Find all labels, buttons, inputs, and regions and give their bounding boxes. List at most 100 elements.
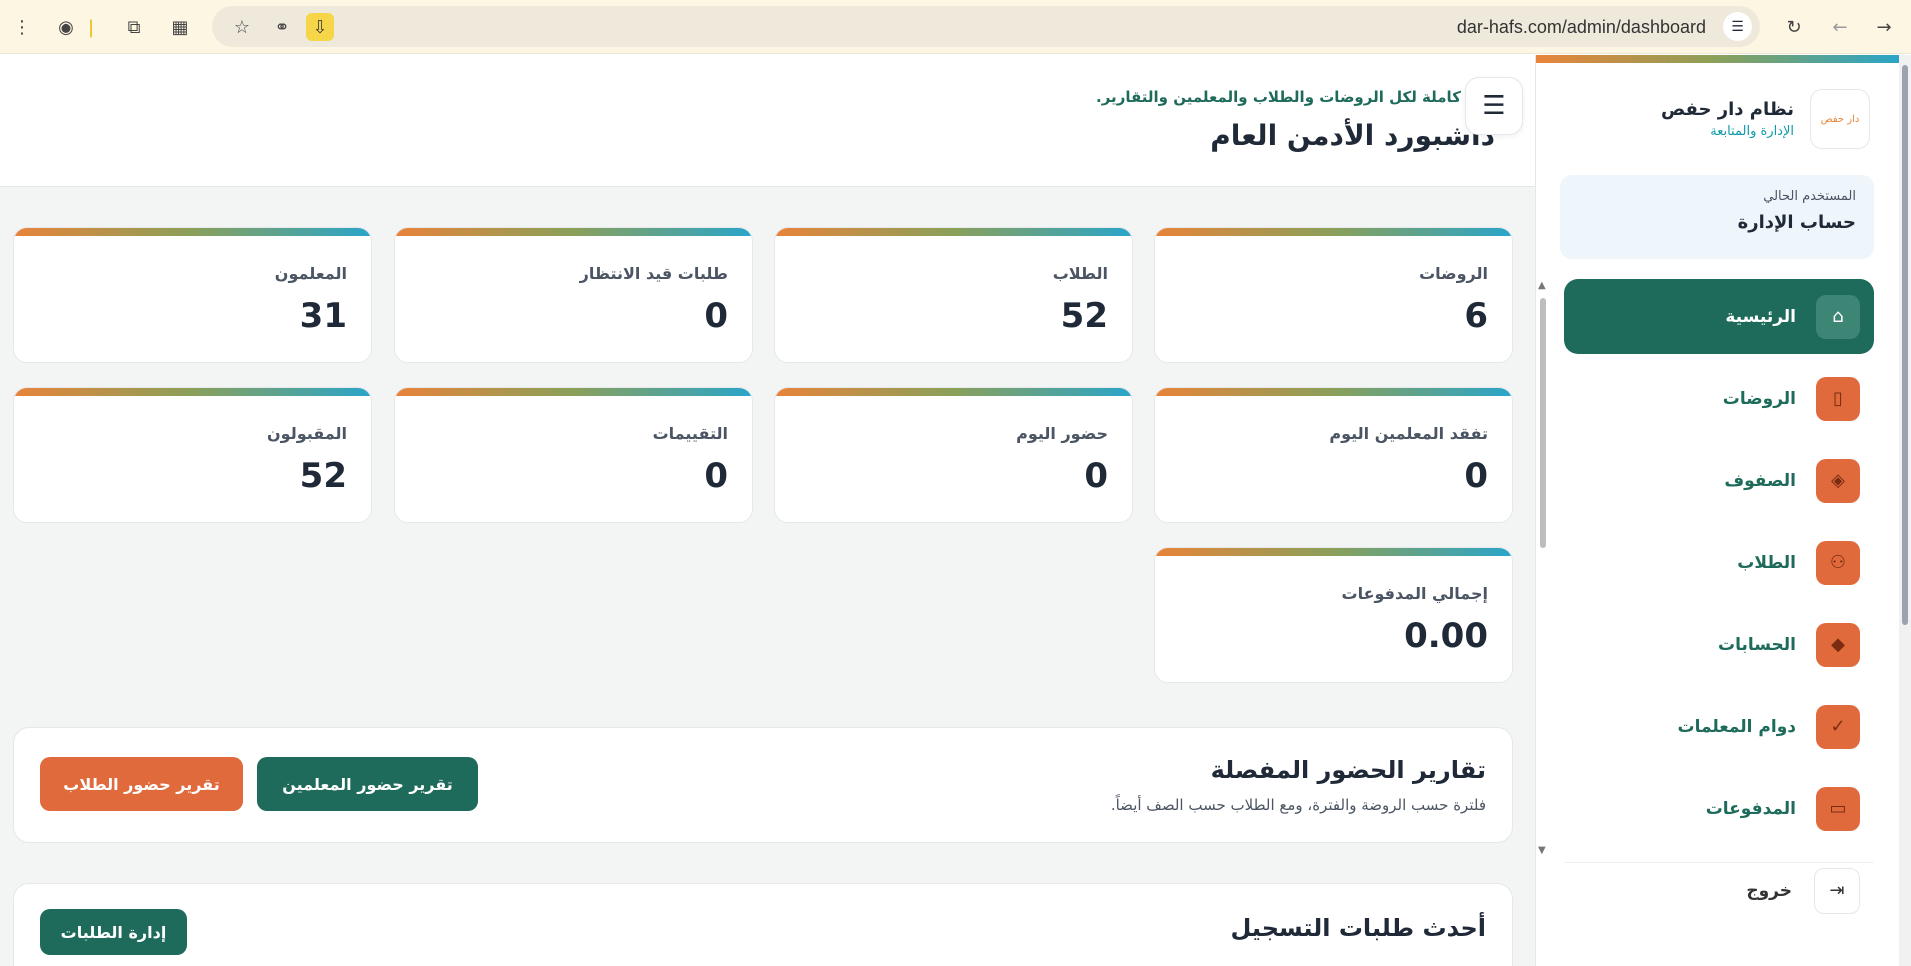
stat-label: المعلمون bbox=[274, 264, 347, 283]
page-subtitle: ة كاملة لكل الروضات والطلاب والمعلمين وا… bbox=[1096, 88, 1475, 106]
site-settings-icon[interactable]: ☰ bbox=[1723, 12, 1752, 41]
card-accent-bar bbox=[1155, 548, 1512, 556]
stat-card-teacher-checkin-today: تفقد المعلمين اليوم 0 bbox=[1154, 387, 1513, 523]
hamburger-menu-button[interactable]: ☰ bbox=[1465, 77, 1523, 135]
stat-card-accepted: المقبولون 52 bbox=[13, 387, 372, 523]
stat-value: 0 bbox=[704, 296, 728, 336]
brand: دار حفص نظام دار حفص الإدارة والمتابعة bbox=[1661, 89, 1870, 149]
home-icon: ⌂ bbox=[1816, 294, 1860, 339]
stat-card-attendance-today: حضور اليوم 0 bbox=[774, 387, 1133, 523]
building-icon: ▯ bbox=[1816, 376, 1860, 421]
stat-card-teachers: المعلمون 31 bbox=[13, 227, 372, 363]
stat-value: 0 bbox=[1084, 456, 1108, 496]
link-icon[interactable]: ⚭ bbox=[268, 13, 296, 41]
logo: دار حفص bbox=[1810, 89, 1870, 149]
card-accent-bar bbox=[395, 388, 752, 396]
credit-card-icon: ▭ bbox=[1816, 786, 1860, 831]
graduation-cap-icon: ◆ bbox=[1816, 622, 1860, 667]
card-accent-bar bbox=[14, 388, 371, 396]
check-circle-icon: ✓ bbox=[1816, 704, 1860, 749]
sidebar-item-kindergartens[interactable]: ▯ الروضات bbox=[1564, 361, 1874, 436]
sidebar: دار حفص نظام دار حفص الإدارة والمتابعة ا… bbox=[1535, 55, 1900, 966]
back-icon[interactable]: ← bbox=[1826, 13, 1854, 41]
qr-icon[interactable]: ▦ bbox=[166, 13, 194, 41]
stat-card-total-payments: إجمالي المدفوعات 0.00 bbox=[1154, 547, 1513, 683]
address-bar[interactable]: ☆ ⚭ ⇩ dar-hafs.com/admin/dashboard ☰ bbox=[212, 6, 1760, 47]
reports-title: تقارير الحضور المفصلة bbox=[1210, 756, 1486, 784]
sidebar-item-label: الطلاب bbox=[1737, 552, 1796, 573]
page-scrollbar[interactable] bbox=[1899, 55, 1911, 966]
card-accent-bar bbox=[395, 228, 752, 236]
page-scrollbar-thumb[interactable] bbox=[1902, 65, 1908, 625]
latest-registration-requests-panel: أحدث طلبات التسجيل إدارة الطلبات bbox=[13, 883, 1513, 966]
card-accent-bar bbox=[775, 388, 1132, 396]
layers-icon: ◈ bbox=[1816, 458, 1860, 503]
stat-value: 31 bbox=[299, 296, 347, 336]
sidebar-item-home[interactable]: ⌂ الرئيسية bbox=[1564, 279, 1874, 354]
sidebar-nav-scrollbar[interactable]: ▲ ▼ bbox=[1538, 280, 1548, 860]
page-header: ة كاملة لكل الروضات والطلاب والمعلمين وا… bbox=[0, 55, 1535, 187]
sidebar-item-students[interactable]: ⚇ الطلاب bbox=[1564, 525, 1874, 600]
sidebar-item-label: الروضات bbox=[1722, 388, 1796, 409]
manage-requests-button[interactable]: إدارة الطلبات bbox=[40, 909, 187, 955]
stat-value: 0.00 bbox=[1404, 616, 1488, 656]
stat-card-pending-requests: طلبات قيد الانتظار 0 bbox=[394, 227, 753, 363]
brand-name: نظام دار حفص bbox=[1660, 99, 1794, 120]
current-user-label: المستخدم الحالي bbox=[1763, 189, 1856, 204]
logout-button[interactable]: ⇥ خروج bbox=[1564, 862, 1874, 914]
sidebar-item-classes[interactable]: ◈ الصفوف bbox=[1564, 443, 1874, 518]
current-user-box: المستخدم الحالي حساب الإدارة bbox=[1560, 175, 1874, 259]
scroll-up-icon[interactable]: ▲ bbox=[1538, 280, 1546, 291]
sidebar-item-label: الحسابات bbox=[1718, 634, 1796, 655]
menu-dots-icon[interactable]: ⋮ bbox=[8, 13, 36, 41]
divider-icon: | bbox=[87, 16, 95, 38]
stat-card-students: الطلاب 52 bbox=[774, 227, 1133, 363]
attendance-reports-panel: تقارير الحضور المفصلة فلترة حسب الروضة و… bbox=[13, 727, 1513, 843]
puzzle-icon[interactable]: ⧉ bbox=[120, 13, 148, 41]
logout-icon: ⇥ bbox=[1814, 867, 1860, 914]
stat-card-evaluations: التقييمات 0 bbox=[394, 387, 753, 523]
students-attendance-report-button[interactable]: تقرير حضور الطلاب bbox=[40, 757, 243, 811]
stat-label: طلبات قيد الانتظار bbox=[579, 264, 728, 283]
install-icon[interactable]: ⇩ bbox=[306, 13, 334, 41]
forward-icon[interactable]: → bbox=[1870, 13, 1898, 41]
card-accent-bar bbox=[1155, 388, 1512, 396]
browser-toolbar: ⋮ ◉ | ⧉ ▦ ☆ ⚭ ⇩ dar-hafs.com/admin/dashb… bbox=[0, 0, 1911, 54]
stat-value: 52 bbox=[299, 456, 347, 496]
stat-value: 0 bbox=[1464, 456, 1488, 496]
sidebar-item-label: دوام المعلمات bbox=[1677, 716, 1796, 737]
card-accent-bar bbox=[1155, 228, 1512, 236]
sidebar-accent-bar bbox=[1536, 55, 1900, 63]
stat-card-kindergartens: الروضات 6 bbox=[1154, 227, 1513, 363]
card-accent-bar bbox=[14, 228, 371, 236]
url-text[interactable]: dar-hafs.com/admin/dashboard bbox=[1457, 17, 1706, 38]
teachers-attendance-report-button[interactable]: تقرير حضور المعلمين bbox=[257, 757, 478, 811]
stat-label: تفقد المعلمين اليوم bbox=[1329, 424, 1488, 443]
scroll-down-icon[interactable]: ▼ bbox=[1538, 845, 1546, 856]
sidebar-item-accounts[interactable]: ◆ الحسابات bbox=[1564, 607, 1874, 682]
page-title: داشبورد الأدمن العام bbox=[1210, 119, 1495, 152]
sidebar-item-label: الصفوف bbox=[1724, 470, 1796, 491]
current-user-value: حساب الإدارة bbox=[1737, 212, 1856, 233]
reports-subtitle: فلترة حسب الروضة والفترة، ومع الطلاب حسب… bbox=[1110, 796, 1486, 814]
stat-value: 52 bbox=[1060, 296, 1108, 336]
stat-label: الطلاب bbox=[1052, 264, 1108, 283]
reload-icon[interactable]: ↻ bbox=[1780, 13, 1808, 41]
main-content: ة كاملة لكل الروضات والطلاب والمعلمين وا… bbox=[0, 55, 1535, 966]
logo-text: دار حفص bbox=[1820, 113, 1860, 125]
stat-label: إجمالي المدفوعات bbox=[1341, 584, 1489, 603]
star-icon[interactable]: ☆ bbox=[228, 13, 256, 41]
brand-text: نظام دار حفص الإدارة والمتابعة bbox=[1661, 99, 1794, 139]
stat-label: المقبولون bbox=[267, 424, 347, 443]
sidebar-item-teacher-attendance[interactable]: ✓ دوام المعلمات bbox=[1564, 689, 1874, 764]
extension-color-icon[interactable]: ◉ bbox=[52, 13, 80, 41]
brand-subtitle: الإدارة والمتابعة bbox=[1710, 124, 1794, 139]
sidebar-item-payments[interactable]: ▭ المدفوعات bbox=[1564, 771, 1874, 846]
card-accent-bar bbox=[775, 228, 1132, 236]
scrollbar-thumb[interactable] bbox=[1540, 298, 1546, 548]
stat-label: حضور اليوم bbox=[1016, 424, 1108, 443]
stat-value: 6 bbox=[1464, 296, 1488, 336]
stat-label: التقييمات bbox=[652, 424, 728, 443]
sidebar-item-label: الرئيسية bbox=[1725, 306, 1796, 327]
requests-title: أحدث طلبات التسجيل bbox=[1230, 914, 1486, 942]
